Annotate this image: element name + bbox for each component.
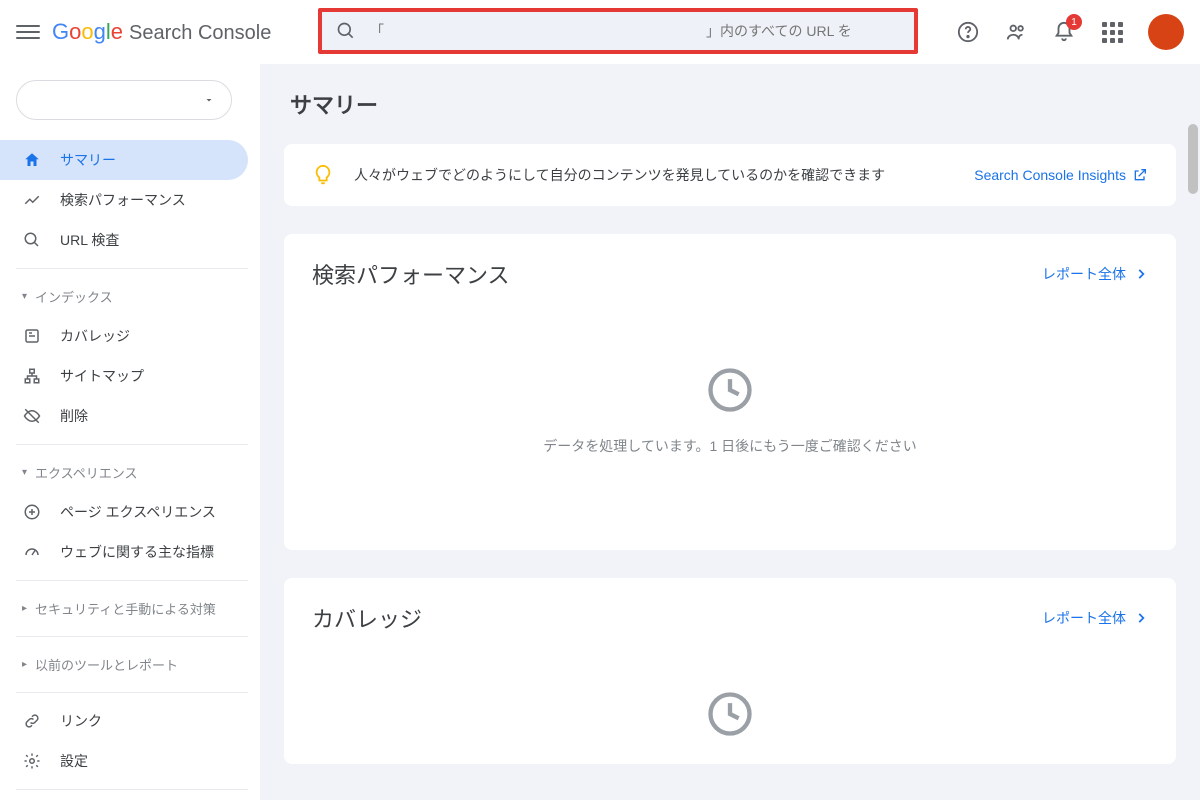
search-icon bbox=[22, 230, 42, 250]
users-icon[interactable] bbox=[1004, 20, 1028, 44]
bulb-icon bbox=[312, 164, 334, 186]
coverage-card: カバレッジ レポート全体 bbox=[284, 578, 1176, 764]
dropdown-icon bbox=[203, 94, 215, 106]
insights-banner: 人々がウェブでどのようにして自分のコンテンツを発見しているのかを確認できます S… bbox=[284, 144, 1176, 206]
sidebar-item-label: URL 検査 bbox=[60, 230, 119, 250]
chevron-right-icon bbox=[1134, 611, 1148, 625]
home-icon bbox=[22, 150, 42, 170]
full-report-link[interactable]: レポート全体 bbox=[1042, 264, 1148, 284]
card-title: カバレッジ bbox=[312, 602, 422, 634]
processing-state bbox=[312, 658, 1148, 740]
sidebar-item-links[interactable]: リンク bbox=[0, 701, 248, 741]
hide-icon bbox=[22, 406, 42, 426]
sidebar-item-settings[interactable]: 設定 bbox=[0, 741, 248, 781]
sidebar-item-label: サマリー bbox=[60, 150, 116, 170]
header-actions: 1 bbox=[956, 14, 1184, 50]
notif-badge: 1 bbox=[1066, 14, 1082, 30]
clock-icon bbox=[704, 364, 756, 416]
page-title: サマリー bbox=[290, 88, 1176, 120]
sidebar-item-performance[interactable]: 検索パフォーマンス bbox=[0, 180, 248, 220]
sidebar-item-removals[interactable]: 削除 bbox=[0, 396, 248, 436]
insights-link[interactable]: Search Console Insights bbox=[974, 167, 1148, 183]
gear-icon bbox=[22, 751, 42, 771]
coverage-icon bbox=[22, 326, 42, 346]
gauge-icon bbox=[22, 542, 42, 562]
sitemap-icon bbox=[22, 366, 42, 386]
logo[interactable]: Google Search Console bbox=[52, 19, 271, 45]
sidebar-item-core-vitals[interactable]: ウェブに関する主な指標 bbox=[0, 532, 248, 572]
plus-circle-icon bbox=[22, 502, 42, 522]
chart-icon bbox=[22, 190, 42, 210]
sidebar-item-summary[interactable]: サマリー bbox=[0, 140, 248, 180]
sidebar: サマリー 検索パフォーマンス URL 検査 インデックス カバレッジ サイトマッ… bbox=[0, 64, 260, 800]
notifications-icon[interactable]: 1 bbox=[1052, 20, 1076, 44]
scrollbar[interactable] bbox=[1188, 124, 1198, 194]
sidebar-item-label: 設定 bbox=[60, 751, 88, 771]
sidebar-item-label: カバレッジ bbox=[60, 326, 130, 346]
card-title: 検索パフォーマンス bbox=[312, 258, 510, 290]
section-experience[interactable]: エクスペリエンス bbox=[0, 453, 248, 492]
performance-card: 検索パフォーマンス レポート全体 データを処理しています。1 日後にもう一度ご確… bbox=[284, 234, 1176, 550]
processing-state: データを処理しています。1 日後にもう一度ご確認ください bbox=[312, 314, 1148, 526]
insight-text: 人々がウェブでどのようにして自分のコンテンツを発見しているのかを確認できます bbox=[354, 165, 954, 185]
main-content: サマリー 人々がウェブでどのようにして自分のコンテンツを発見しているのかを確認で… bbox=[260, 64, 1200, 800]
menu-icon[interactable] bbox=[16, 20, 40, 44]
clock-icon bbox=[704, 688, 756, 740]
sidebar-item-url-inspect[interactable]: URL 検査 bbox=[0, 220, 248, 260]
property-selector[interactable] bbox=[16, 80, 232, 120]
google-logo: Google bbox=[52, 19, 123, 45]
external-icon bbox=[1132, 167, 1148, 183]
section-legacy[interactable]: 以前のツールとレポート bbox=[0, 645, 248, 684]
apps-icon[interactable] bbox=[1100, 20, 1124, 44]
sidebar-item-label: ページ エクスペリエンス bbox=[60, 502, 216, 522]
sidebar-item-label: リンク bbox=[60, 711, 102, 731]
search-input[interactable] bbox=[370, 23, 900, 39]
full-report-link[interactable]: レポート全体 bbox=[1042, 608, 1148, 628]
sidebar-item-label: 検索パフォーマンス bbox=[60, 190, 186, 210]
sidebar-item-label: サイトマップ bbox=[60, 366, 144, 386]
processing-text: データを処理しています。1 日後にもう一度ご確認ください bbox=[543, 436, 916, 456]
sidebar-item-coverage[interactable]: カバレッジ bbox=[0, 316, 248, 356]
section-security[interactable]: セキュリティと手動による対策 bbox=[0, 589, 248, 628]
chevron-right-icon bbox=[1134, 267, 1148, 281]
section-index[interactable]: インデックス bbox=[0, 277, 248, 316]
sidebar-item-sitemaps[interactable]: サイトマップ bbox=[0, 356, 248, 396]
url-inspect-search[interactable] bbox=[318, 8, 918, 54]
sidebar-item-label: 削除 bbox=[60, 406, 88, 426]
product-name: Search Console bbox=[129, 22, 271, 45]
header: Google Search Console 1 bbox=[0, 0, 1200, 64]
sidebar-item-page-experience[interactable]: ページ エクスペリエンス bbox=[0, 492, 248, 532]
sidebar-item-label: ウェブに関する主な指標 bbox=[60, 542, 214, 562]
search-icon bbox=[336, 21, 356, 41]
avatar[interactable] bbox=[1148, 14, 1184, 50]
help-icon[interactable] bbox=[956, 20, 980, 44]
link-icon bbox=[22, 711, 42, 731]
